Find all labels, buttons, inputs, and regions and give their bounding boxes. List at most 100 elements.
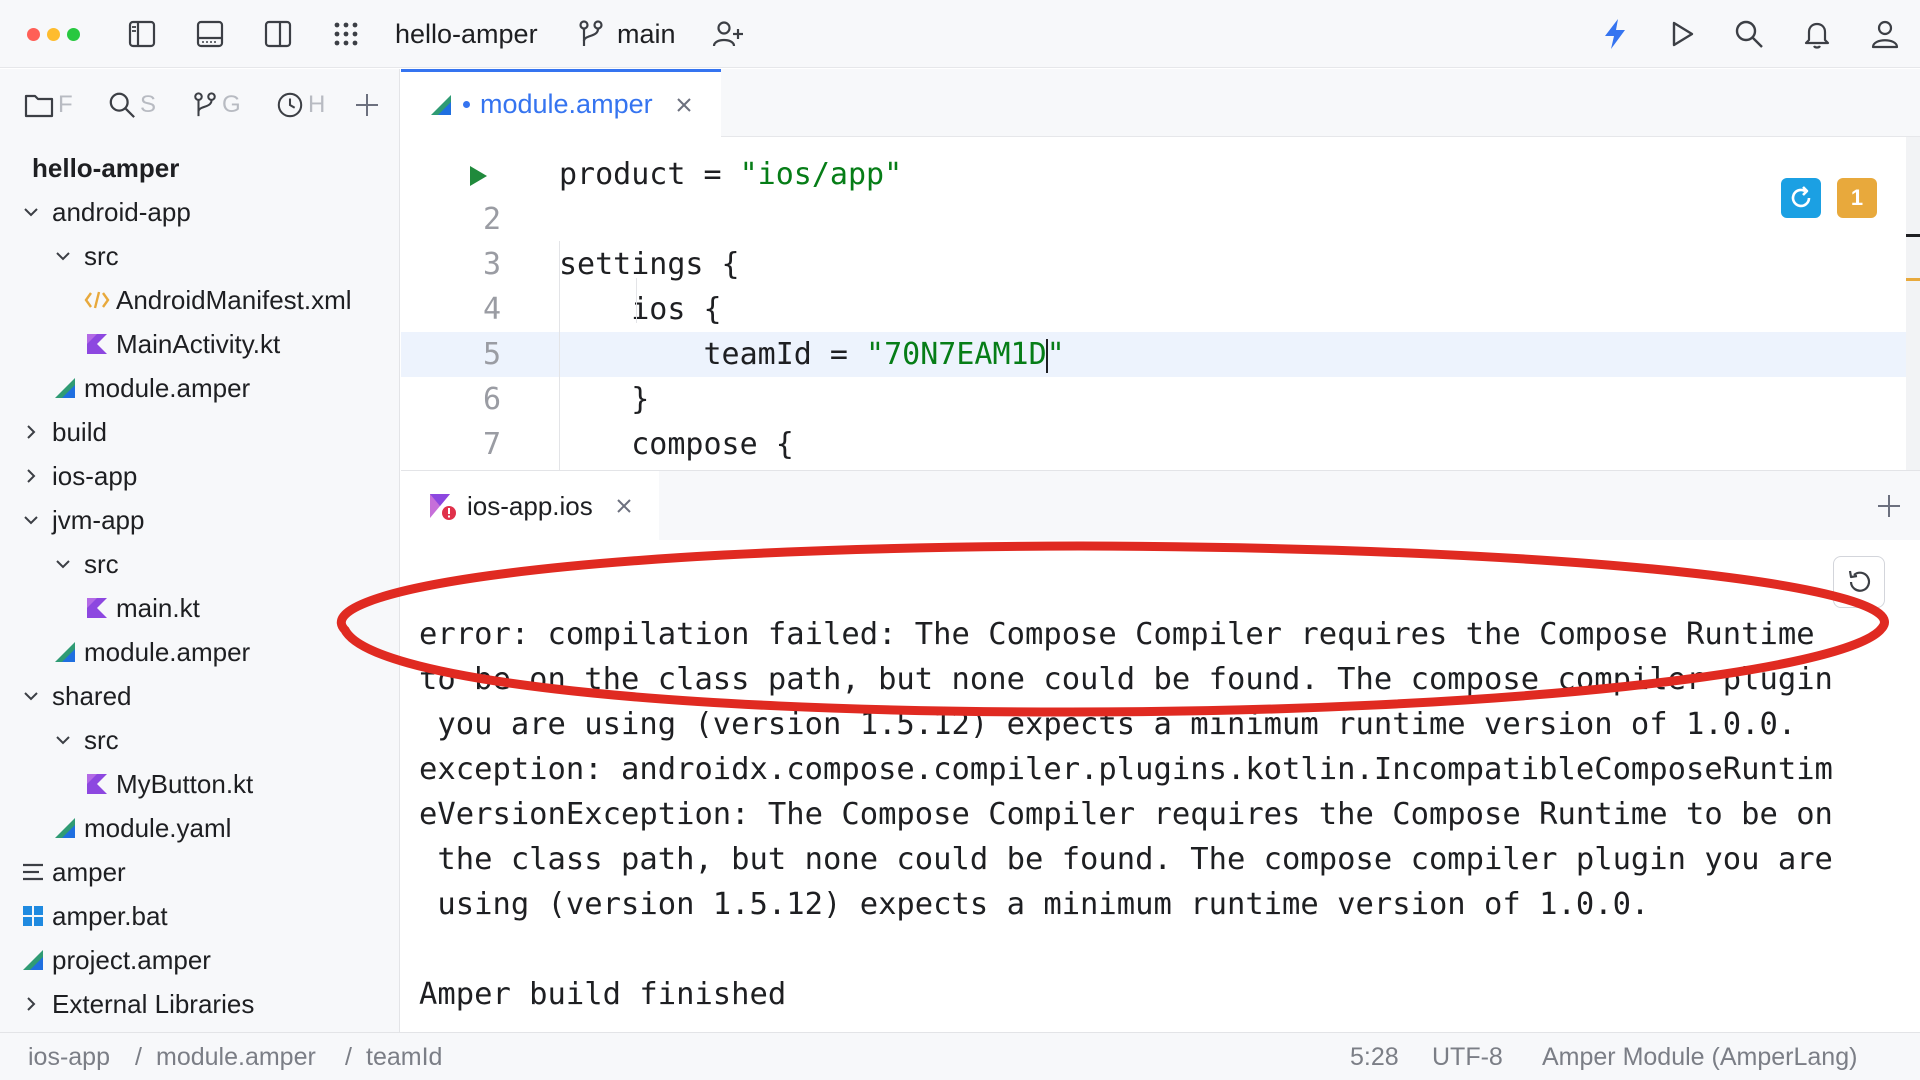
tree-item[interactable]: ios-app (0, 456, 400, 496)
tree-item[interactable]: module.amper (0, 632, 400, 672)
xml-icon (84, 287, 110, 313)
notifications-bell-icon[interactable] (1797, 14, 1837, 54)
tree-item[interactable]: main.kt (0, 588, 400, 628)
close-tab-icon[interactable] (675, 96, 693, 114)
warning-count-badge[interactable]: 1 (1837, 178, 1877, 218)
tree-item[interactable]: shared (0, 676, 400, 716)
search-icon[interactable] (1729, 14, 1769, 54)
tree-item[interactable]: android-app (0, 192, 400, 232)
warning-stripe-mark (1906, 278, 1920, 281)
editor-tab-module-amper[interactable]: module.amper (401, 69, 721, 137)
clock-icon (277, 92, 303, 118)
line-number: 7 (482, 427, 501, 462)
amper-icon (52, 815, 78, 841)
chevron-down-icon[interactable] (52, 553, 74, 575)
code-text: } (559, 377, 649, 422)
code-line[interactable]: 7 compose { (401, 422, 1920, 467)
code-line[interactable]: 6 } (401, 377, 1920, 422)
close-window-button[interactable] (27, 28, 40, 41)
tree-item[interactable]: AndroidManifest.xml (0, 280, 400, 320)
tree-item-label: ios-app (52, 460, 138, 491)
console-line: you are using (version 1.5.12) expects a… (419, 707, 1797, 742)
tree-item[interactable]: src (0, 236, 400, 276)
left-sidebar-toggle-icon[interactable] (122, 14, 162, 54)
file-encoding[interactable]: UTF-8 (1432, 1042, 1503, 1072)
tab-history[interactable]: H (276, 85, 325, 125)
lightning-icon[interactable] (1595, 14, 1635, 54)
tab-project[interactable]: F (24, 85, 73, 125)
caret-position[interactable]: 5:28 (1350, 1042, 1399, 1072)
tree-item-label: module.amper (84, 636, 251, 667)
main-menu-grid-icon[interactable] (326, 14, 366, 54)
add-tool-window-button[interactable] (354, 85, 380, 125)
line-number: 6 (482, 382, 501, 417)
chevron-right-icon[interactable] (20, 993, 42, 1015)
reload-project-button[interactable] (1781, 178, 1821, 218)
run-tab-ios-app[interactable]: ios-app.ios (401, 471, 659, 541)
code-line[interactable]: 3 settings { (401, 242, 1920, 287)
add-user-icon[interactable] (708, 14, 748, 54)
close-tab-icon[interactable] (615, 497, 633, 515)
code-editor[interactable]: product = "ios/app" 2 3 settings {4 ios {5 … (401, 137, 1920, 470)
ios-run-config-error-icon (430, 494, 456, 520)
modified-dot (463, 101, 470, 108)
chevron-down-icon[interactable] (20, 201, 42, 223)
chevron-right-icon[interactable] (20, 421, 42, 443)
tab-git[interactable]: G (192, 85, 241, 125)
breadcrumb-item[interactable]: module.amper (156, 1042, 316, 1072)
tree-item-label: amper.bat (52, 900, 168, 931)
zoom-window-button[interactable] (67, 28, 80, 41)
chevron-right-icon[interactable] (20, 465, 42, 487)
run-icon[interactable] (1662, 14, 1702, 54)
project-widget[interactable]: hello-amper (395, 16, 538, 52)
run-tool-window-tabs: ios-app.ios (401, 470, 1920, 541)
line-number: 3 (482, 247, 501, 282)
tree-item[interactable]: module.amper (0, 368, 400, 408)
tab-project-label: F (58, 91, 73, 118)
user-account-icon[interactable] (1865, 14, 1905, 54)
error-stripe-mark (1906, 234, 1920, 237)
breadcrumb-item[interactable]: ios-app (28, 1042, 110, 1072)
tree-item-label: src (84, 240, 119, 271)
chevron-down-icon[interactable] (20, 685, 42, 707)
tree-item[interactable]: src (0, 720, 400, 760)
right-sidebar-toggle-icon[interactable] (258, 14, 298, 54)
new-run-tab-button[interactable] (1876, 493, 1904, 521)
tree-item-label: build (52, 416, 107, 447)
tree-item[interactable]: project.amper (0, 940, 400, 980)
code-line[interactable]: product = "ios/app" (401, 152, 1920, 197)
tree-item[interactable]: amper.bat (0, 896, 400, 936)
tree-item[interactable]: amper (0, 852, 400, 892)
minimize-window-button[interactable] (47, 28, 60, 41)
code-token: } (559, 382, 650, 417)
tab-search[interactable]: S (108, 85, 156, 125)
code-text: settings { (559, 242, 740, 287)
vcs-branch-widget[interactable]: main (617, 16, 676, 52)
tree-item[interactable]: hello-amper (0, 148, 400, 188)
tree-item[interactable]: MainActivity.kt (0, 324, 400, 364)
chevron-down-icon[interactable] (52, 245, 74, 267)
tree-item[interactable]: jvm-app (0, 500, 400, 540)
tree-item-label: android-app (52, 196, 191, 227)
project-tool-window: F S G H hello-amper android-app src Android… (0, 69, 400, 1032)
code-line[interactable]: 4 ios { (401, 287, 1920, 332)
tree-item-label: module.amper (84, 372, 251, 403)
code-line[interactable]: 2 (401, 197, 1920, 242)
chevron-down-icon[interactable] (20, 509, 42, 531)
tree-item-label: project.amper (52, 944, 211, 975)
editor-scrollbar[interactable] (1906, 137, 1920, 470)
tree-item[interactable]: src (0, 544, 400, 584)
tree-item[interactable]: module.yaml (0, 808, 400, 848)
current-code-line[interactable]: 5 teamId = "70N7EAM1D" (401, 332, 1920, 377)
bottom-panel-toggle-icon[interactable] (190, 14, 230, 54)
console-line: eVersionException: The Compose Compiler … (419, 797, 1833, 832)
tree-item[interactable]: External Libraries (0, 984, 400, 1024)
chevron-down-icon[interactable] (52, 729, 74, 751)
run-console-output[interactable]: error: compilation failed: The Compose C… (401, 540, 1920, 1032)
rerun-button[interactable] (1833, 556, 1885, 608)
file-type[interactable]: Amper Module (AmperLang) (1542, 1042, 1857, 1072)
breadcrumb-item[interactable]: teamId (366, 1042, 442, 1072)
tree-item[interactable]: MyButton.kt (0, 764, 400, 804)
run-gutter-icon[interactable] (401, 152, 501, 197)
tree-item[interactable]: build (0, 412, 400, 452)
